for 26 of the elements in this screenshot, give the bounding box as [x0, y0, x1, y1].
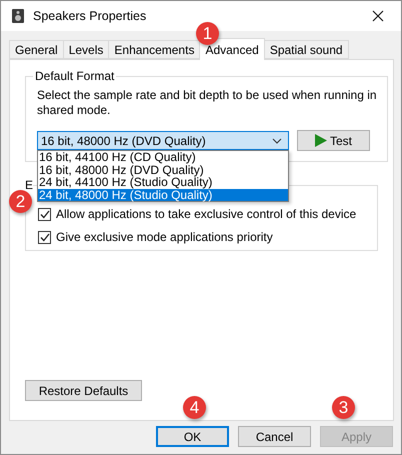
- restore-defaults-button[interactable]: Restore Defaults: [25, 380, 142, 401]
- close-icon: [372, 10, 384, 22]
- dropdown-option[interactable]: 16 bit, 44100 Hz (CD Quality): [38, 151, 288, 164]
- dialog-button[interactable]: OK: [156, 426, 229, 447]
- group-title: E: [25, 178, 34, 192]
- tab[interactable]: Spatial sound: [264, 40, 349, 59]
- tab[interactable]: General: [9, 40, 64, 59]
- window-title: Speakers Properties: [33, 9, 148, 23]
- tab[interactable]: Advanced: [199, 38, 265, 60]
- test-button[interactable]: Test: [297, 130, 370, 151]
- dropdown-option[interactable]: 24 bit, 44100 Hz (Studio Quality): [38, 176, 288, 188]
- dropdown-option[interactable]: 24 bit, 48000 Hz (Studio Quality): [38, 188, 288, 201]
- tab[interactable]: Enhancements: [108, 40, 200, 59]
- chevron-icon: [272, 138, 282, 144]
- play-icon: [314, 134, 327, 147]
- dialog-button[interactable]: Cancel: [238, 426, 311, 447]
- checkbox-label: Allow applications to take exclusive control of this device: [56, 207, 356, 221]
- format-dropdown[interactable]: 16 bit, 48000 Hz (DVD Quality): [37, 131, 289, 150]
- checkbox-label: Give exclusive mode applications priority: [56, 230, 273, 244]
- speaker-icon: [11, 8, 25, 24]
- description-text: Select the sample rate and bit depth to be used when running in shared mode.: [37, 88, 377, 118]
- checkbox[interactable]: [38, 208, 51, 220]
- checkbox[interactable]: [38, 230, 51, 244]
- group-title: Default Format: [34, 69, 116, 83]
- tab[interactable]: Levels: [62, 40, 110, 59]
- dropdown-option[interactable]: 16 bit, 48000 Hz (DVD Quality): [38, 164, 288, 176]
